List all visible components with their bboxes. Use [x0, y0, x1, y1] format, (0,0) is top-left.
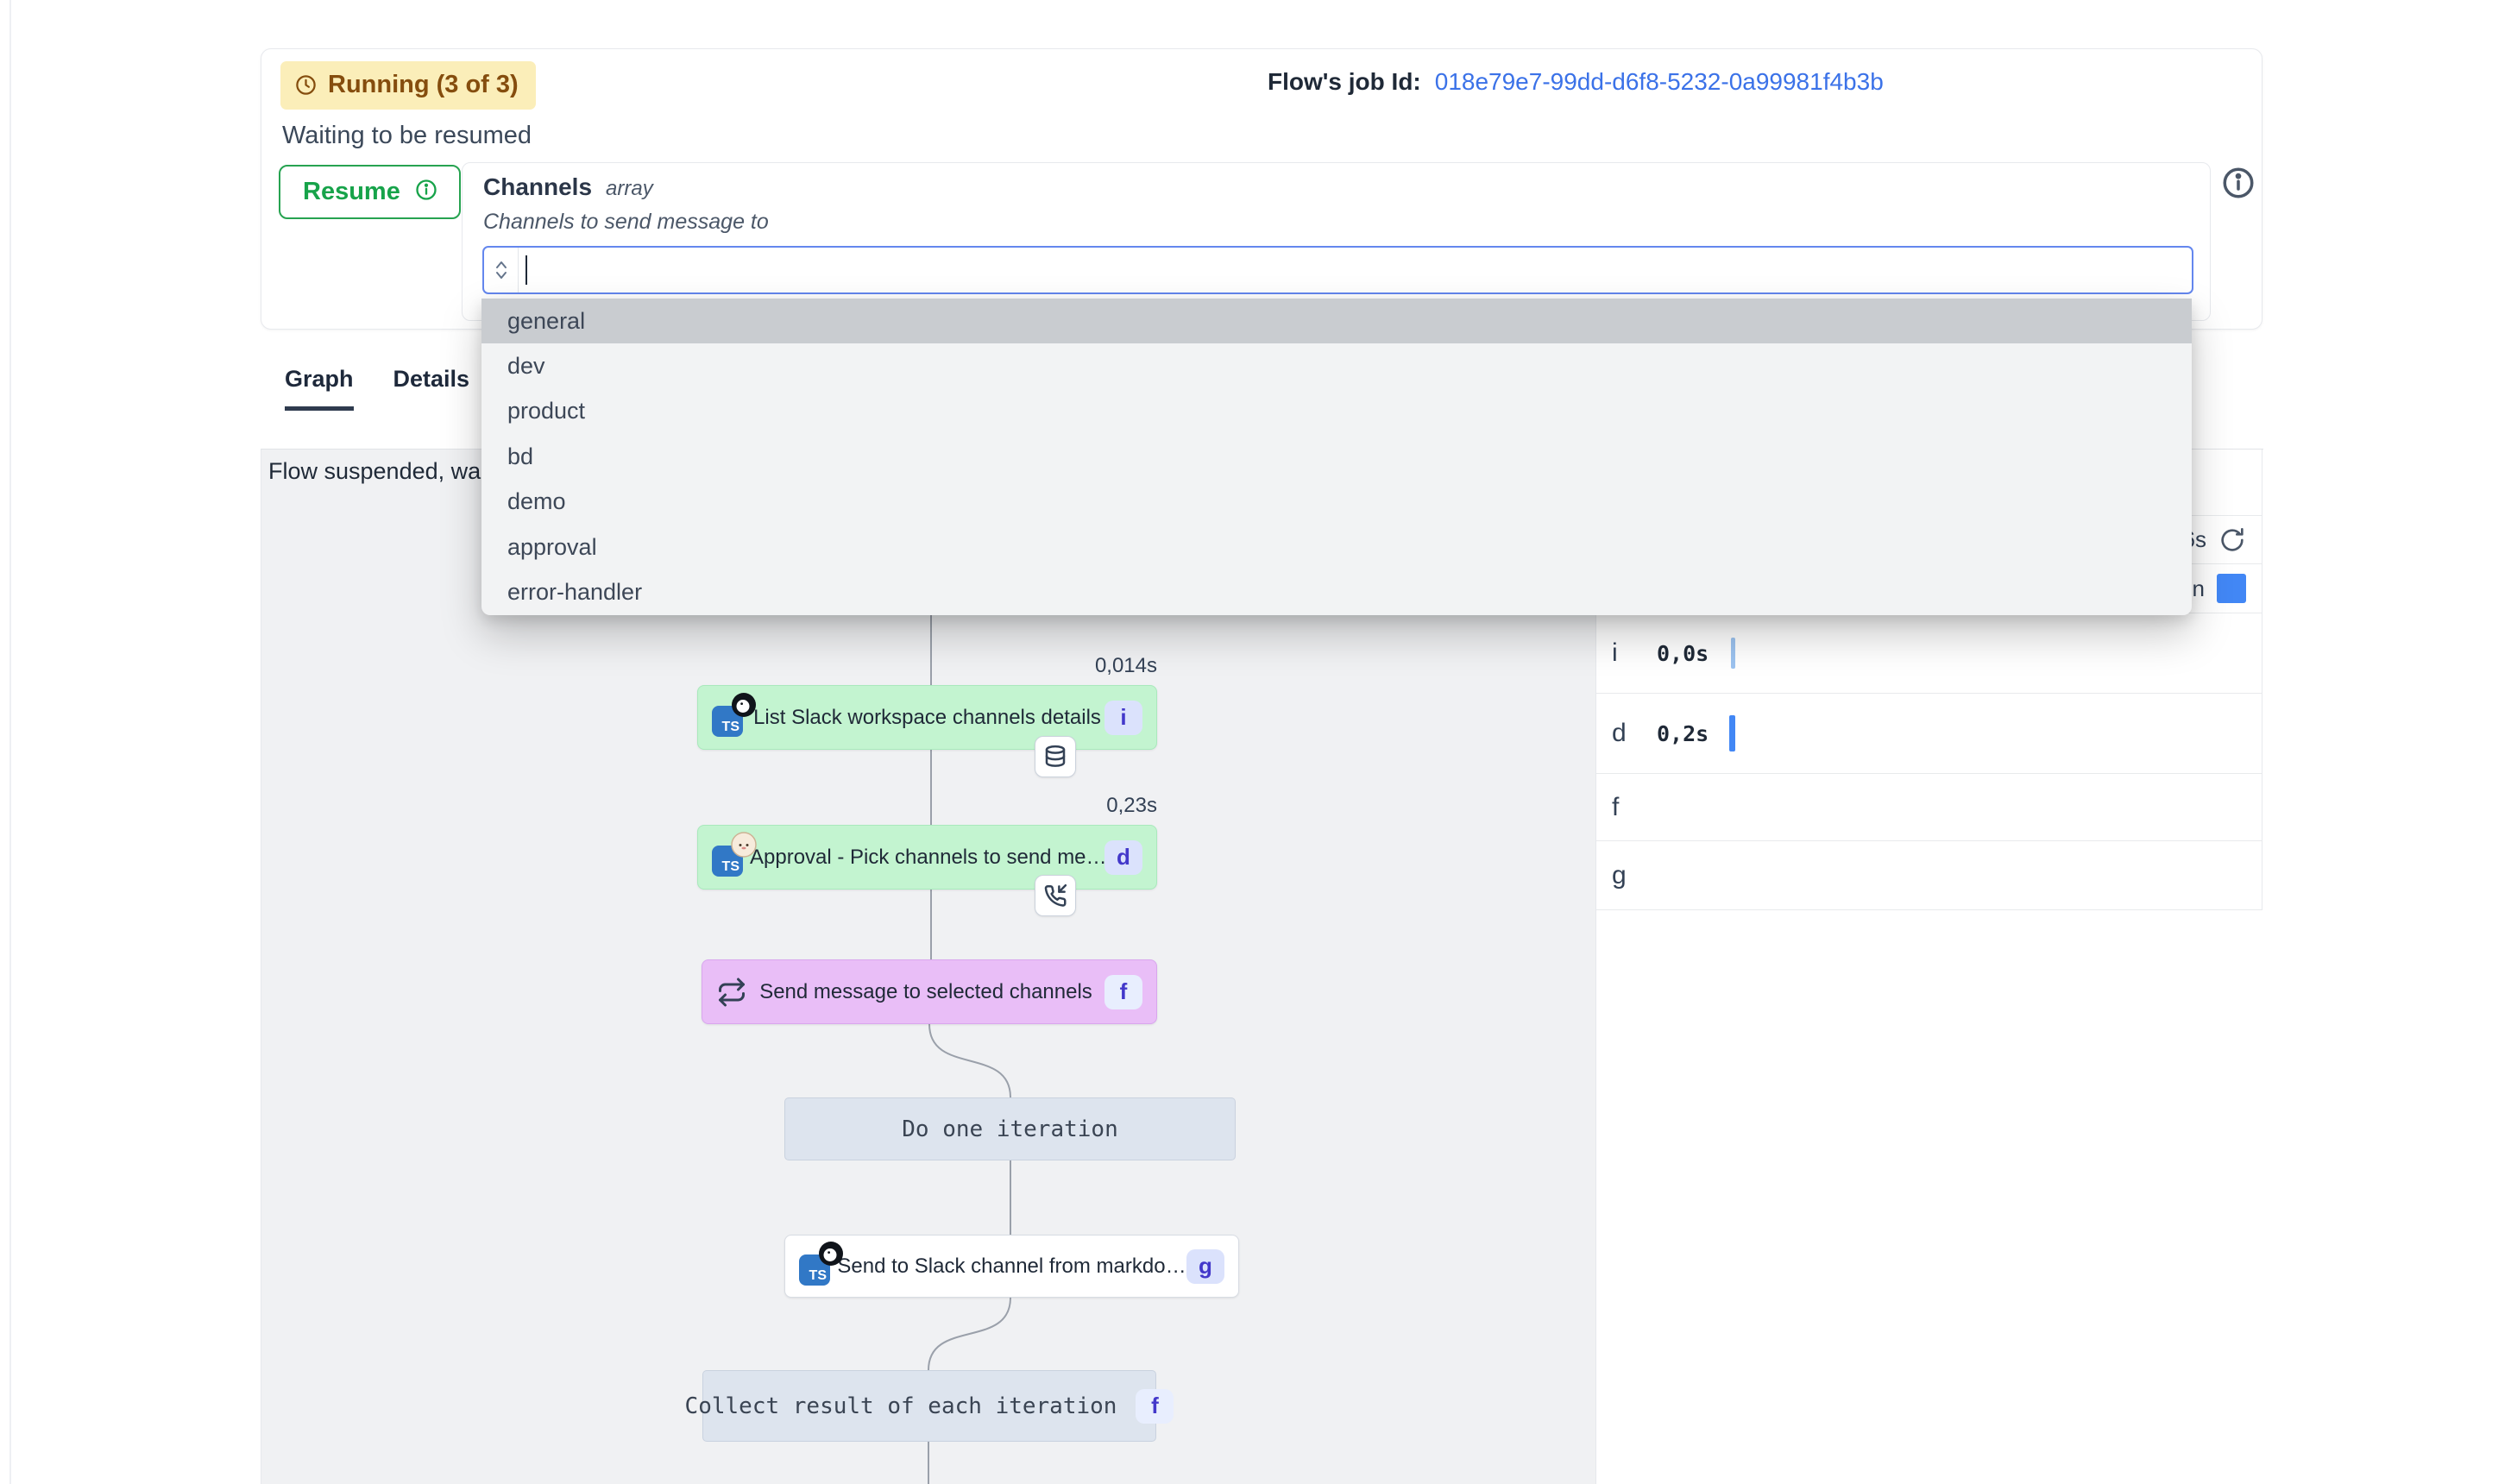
timeline-row-i[interactable]: i 0,0s [1596, 613, 2262, 694]
suspended-banner: Flow suspended, wa [268, 458, 481, 485]
step-id: d [1612, 719, 1657, 748]
tab-graph[interactable]: Graph [285, 366, 354, 411]
node-duration: 0,23s [697, 794, 1157, 818]
duration-legend-swatch [2217, 574, 2246, 603]
flow-node-collect-results[interactable]: Collect result of each iteration f [702, 1370, 1156, 1442]
dropdown-item-approval[interactable]: approval [481, 525, 2192, 569]
step-id: g [1612, 861, 1657, 890]
flow-node-do-one-iteration[interactable]: Do one iteration [784, 1097, 1236, 1160]
bun-icon [731, 832, 757, 858]
run-status-card: Running (3 of 3) Flow's job Id: 018e79e7… [261, 48, 2262, 330]
resume-button[interactable]: Resume [279, 165, 461, 219]
flow-node-list-channels[interactable]: TS List Slack workspace channels details… [697, 685, 1157, 750]
app-left-divider [9, 0, 11, 1484]
typescript-bun-icon: TS [712, 839, 750, 877]
node-duration: 0,014s [697, 654, 1157, 678]
step-duration: 0,0s [1657, 641, 1709, 666]
node-label: Approval - Pick channels to send me… [750, 846, 1104, 870]
flow-node-send-to-slack[interactable]: TS Send to Slack channel from markdo… g [784, 1235, 1239, 1298]
job-id-label: Flow's job Id: [1268, 68, 1421, 96]
flow-node-forloop[interactable]: Send message to selected channels f [702, 959, 1157, 1024]
waiting-text: Waiting to be resumed [282, 122, 532, 150]
dropdown-item-demo[interactable]: demo [481, 480, 2192, 525]
resume-button-label: Resume [303, 178, 400, 206]
status-badge: Running (3 of 3) [280, 61, 536, 110]
node-badge: d [1104, 840, 1142, 875]
dropdown-item-product[interactable]: product [481, 389, 2192, 434]
dropdown-item-general[interactable]: general [481, 299, 2192, 343]
field-description: Channels to send message to [483, 210, 769, 235]
node-label: Send to Slack channel from markdo… [837, 1254, 1186, 1279]
dropdown-item-bd[interactable]: bd [481, 434, 2192, 479]
job-id-link[interactable]: 018e79e7-99dd-d6f8-5232-0a99981f4b3b [1435, 68, 1884, 96]
timeline-row-f[interactable]: f [1596, 774, 2262, 841]
node-badge: f [1104, 975, 1142, 1009]
dropdown-item-error-handler[interactable]: error-handler [481, 569, 2192, 614]
node-badge: g [1186, 1249, 1224, 1284]
status-badge-label: Running (3 of 3) [328, 71, 519, 99]
refresh-icon[interactable] [2218, 526, 2246, 554]
node-label: List Slack workspace channels details [750, 706, 1104, 730]
timeline-row-g[interactable]: g [1596, 841, 2262, 910]
gantt-bar [1731, 638, 1735, 669]
field-type: array [606, 177, 653, 201]
job-id-row: Flow's job Id: 018e79e7-99dd-d6f8-5232-0… [1268, 68, 1884, 96]
deno-icon [818, 1241, 844, 1267]
step-duration: 0,2s [1657, 721, 1709, 746]
field-title-row: Channels array [483, 173, 653, 201]
text-caret [525, 255, 527, 285]
step-id: i [1612, 638, 1657, 668]
deno-icon [731, 692, 757, 718]
typescript-deno-icon: TS [799, 1248, 837, 1286]
tab-details[interactable]: Details [393, 366, 470, 411]
resume-form-card: Channels array Channels to send message … [462, 162, 2211, 321]
info-icon [414, 178, 438, 206]
timeline-row-d[interactable]: d 0,2s [1596, 694, 2262, 774]
channels-input[interactable] [482, 246, 2193, 294]
chevron-up-down-icon [484, 248, 519, 292]
node-label: Collect result of each iteration [685, 1393, 1117, 1419]
channels-autocomplete-dropdown: general dev product bd demo approval err… [481, 299, 2192, 615]
clock-icon [294, 73, 318, 97]
node-label: Send message to selected channels [747, 980, 1104, 1004]
phone-incoming-icon[interactable] [1035, 875, 1076, 916]
info-icon[interactable] [2220, 165, 2256, 201]
step-id: f [1612, 793, 1657, 822]
node-badge: i [1104, 701, 1142, 735]
node-badge: f [1136, 1389, 1174, 1424]
typescript-deno-icon: TS [712, 699, 750, 737]
loop-icon [716, 977, 747, 1008]
node-label: Do one iteration [799, 1116, 1221, 1142]
gantt-bar [1729, 715, 1735, 751]
cache-database-icon[interactable] [1035, 736, 1076, 777]
field-label: Channels [483, 173, 592, 201]
view-tabs: Graph Details [285, 366, 469, 411]
flow-node-approval[interactable]: TS Approval - Pick channels to send me… … [697, 825, 1157, 890]
dropdown-item-dev[interactable]: dev [481, 343, 2192, 388]
